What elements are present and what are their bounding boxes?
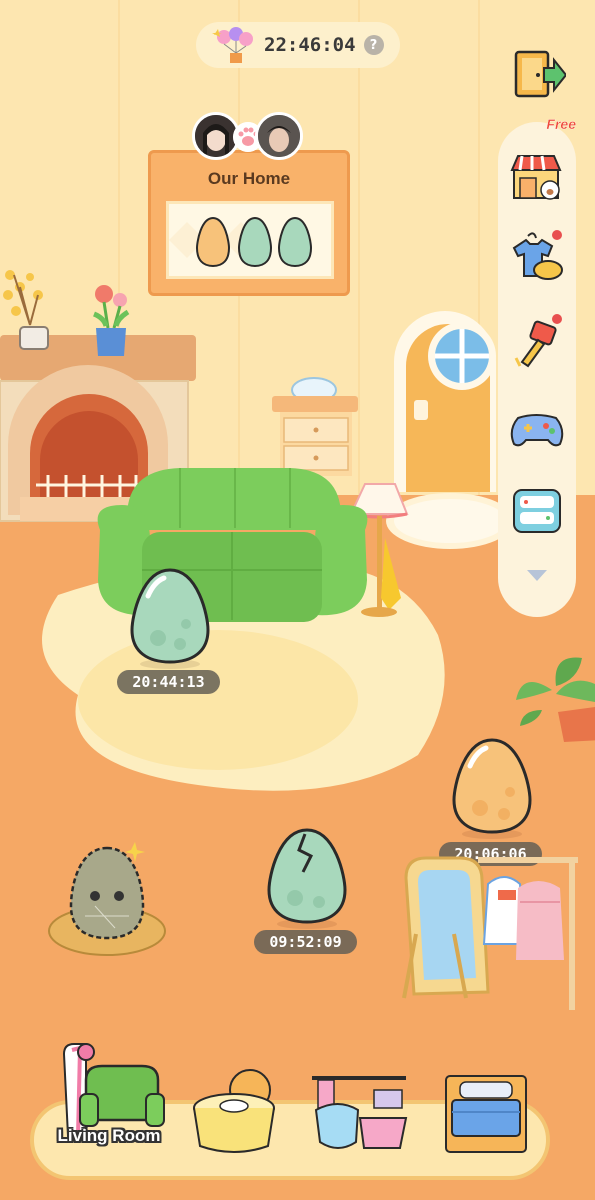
chevron-down-icon[interactable]: [527, 570, 547, 581]
home-title: Our Home: [207, 169, 291, 188]
notification-dot-decorate: [552, 314, 562, 324]
egg-timer-1: 20:44:13: [117, 670, 220, 694]
potted-plant: [516, 657, 595, 742]
front-door[interactable]: [390, 292, 500, 492]
countdown-text: 22:46:04: [264, 34, 356, 56]
gamepad-icon[interactable]: [508, 398, 566, 456]
shop-icon[interactable]: [508, 144, 566, 202]
nest-dusty-egg[interactable]: [45, 836, 175, 961]
side-menu: Free: [498, 116, 576, 617]
daily-countdown: 22:46:04 ?: [196, 22, 400, 68]
tab-living-room[interactable]: [58, 1040, 166, 1140]
egg-green-cracked[interactable]: [265, 826, 349, 931]
flower-pot-yellow: [3, 270, 49, 350]
egg-green-1[interactable]: [128, 566, 212, 671]
egg-collection-art: [169, 216, 313, 268]
balloon-house-icon: [212, 27, 253, 63]
exit-door-icon[interactable]: [512, 48, 566, 102]
avatar-partner-2[interactable]: [255, 112, 303, 160]
living-room-label: Living Room: [54, 1126, 164, 1146]
flower-vase-blue: [92, 285, 130, 356]
question-mark-icon[interactable]: ?: [363, 35, 384, 55]
notification-dot-wardrobe: [552, 230, 562, 240]
living-room-label-text: Living Room: [57, 1126, 161, 1145]
our-home-frame[interactable]: Our Home: [148, 150, 350, 296]
chat-icon[interactable]: [508, 482, 566, 540]
home-egg-collection: [166, 201, 334, 279]
tab-bedroom[interactable]: [440, 1068, 532, 1158]
living-room-scene: 20:44:13 09:52:09 20:06:06 22:46:04 ? Ou…: [0, 0, 595, 1200]
egg-timer-2: 09:52:09: [254, 930, 357, 954]
tab-dining-room[interactable]: [186, 1066, 282, 1158]
tab-bathroom[interactable]: [308, 1068, 412, 1158]
free-badge: Free: [546, 116, 576, 132]
clothes-rack[interactable]: [468, 844, 583, 1014]
egg-orange[interactable]: [450, 736, 534, 841]
